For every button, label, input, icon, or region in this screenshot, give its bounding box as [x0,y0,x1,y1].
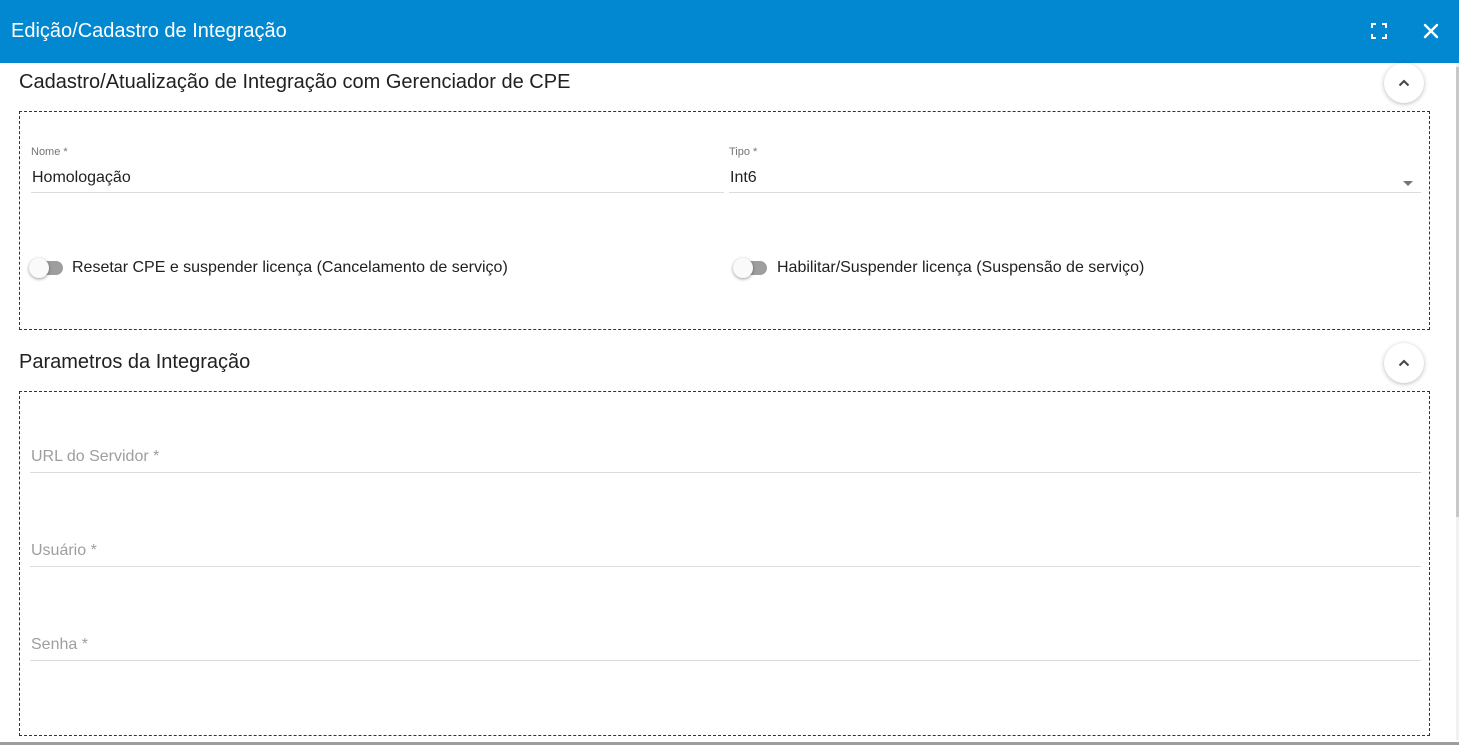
collapse-button-cadastro[interactable] [1384,63,1424,103]
url-underline [30,472,1421,473]
toggle-habilitar-label: Habilitar/Suspender licença (Suspensão d… [777,259,1145,276]
panel-parametros [19,391,1430,736]
tipo-underline [729,192,1421,193]
dialog-header: Edição/Cadastro de Integração [0,0,1459,63]
toggle-resetar-cpe[interactable] [29,258,65,278]
usuario-underline [30,566,1421,567]
senha-input[interactable]: Senha * [31,635,1411,655]
section-title-cadastro: Cadastro/Atualização de Integração com G… [19,71,571,93]
toggle-knob [733,258,753,278]
close-button[interactable] [1418,18,1444,44]
toggle-habilitar-licenca[interactable] [733,258,769,278]
url-servidor-input[interactable]: URL do Servidor * [31,447,1411,467]
senha-underline [30,660,1421,661]
usuario-input[interactable]: Usuário * [31,541,1411,561]
fullscreen-icon [1366,18,1392,44]
toggle-resetar-label: Resetar CPE e suspender licença (Cancela… [72,259,508,276]
collapse-button-parametros[interactable] [1384,343,1424,383]
fullscreen-button[interactable] [1366,18,1392,44]
tipo-label: Tipo * [729,146,758,158]
close-icon [1418,18,1444,44]
nome-input[interactable]: Homologação [32,168,722,188]
dialog-title: Edição/Cadastro de Integração [11,20,287,42]
nome-label: Nome * [31,146,68,158]
panel-cadastro [19,111,1430,330]
section-title-parametros: Parametros da Integração [19,351,251,373]
nome-underline [31,192,724,193]
tipo-select[interactable]: Int6 [730,168,1390,188]
dropdown-arrow-icon[interactable] [1403,174,1413,192]
toggle-knob [29,258,49,278]
